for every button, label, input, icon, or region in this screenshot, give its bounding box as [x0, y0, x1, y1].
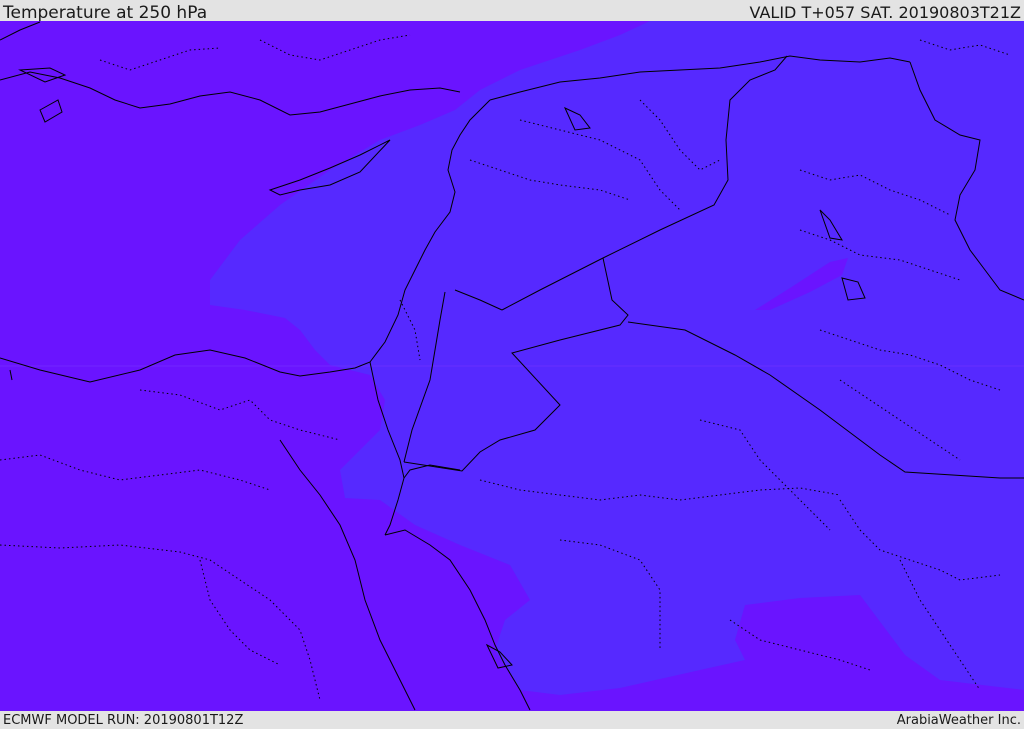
footer-bar: ECMWF MODEL RUN: 20190801T12Z ArabiaWeat…	[0, 711, 1024, 729]
map-title: Temperature at 250 hPa	[3, 3, 208, 23]
map-canvas	[0, 21, 1024, 711]
valid-time: VALID T+057 SAT. 20190803T21Z	[749, 3, 1021, 22]
model-run-label: ECMWF MODEL RUN: 20190801T12Z	[3, 713, 244, 728]
weather-map[interactable]	[0, 21, 1024, 711]
header-bar: Temperature at 250 hPa VALID T+057 SAT. …	[0, 0, 1024, 23]
credit-label: ArabiaWeather Inc.	[896, 713, 1021, 728]
